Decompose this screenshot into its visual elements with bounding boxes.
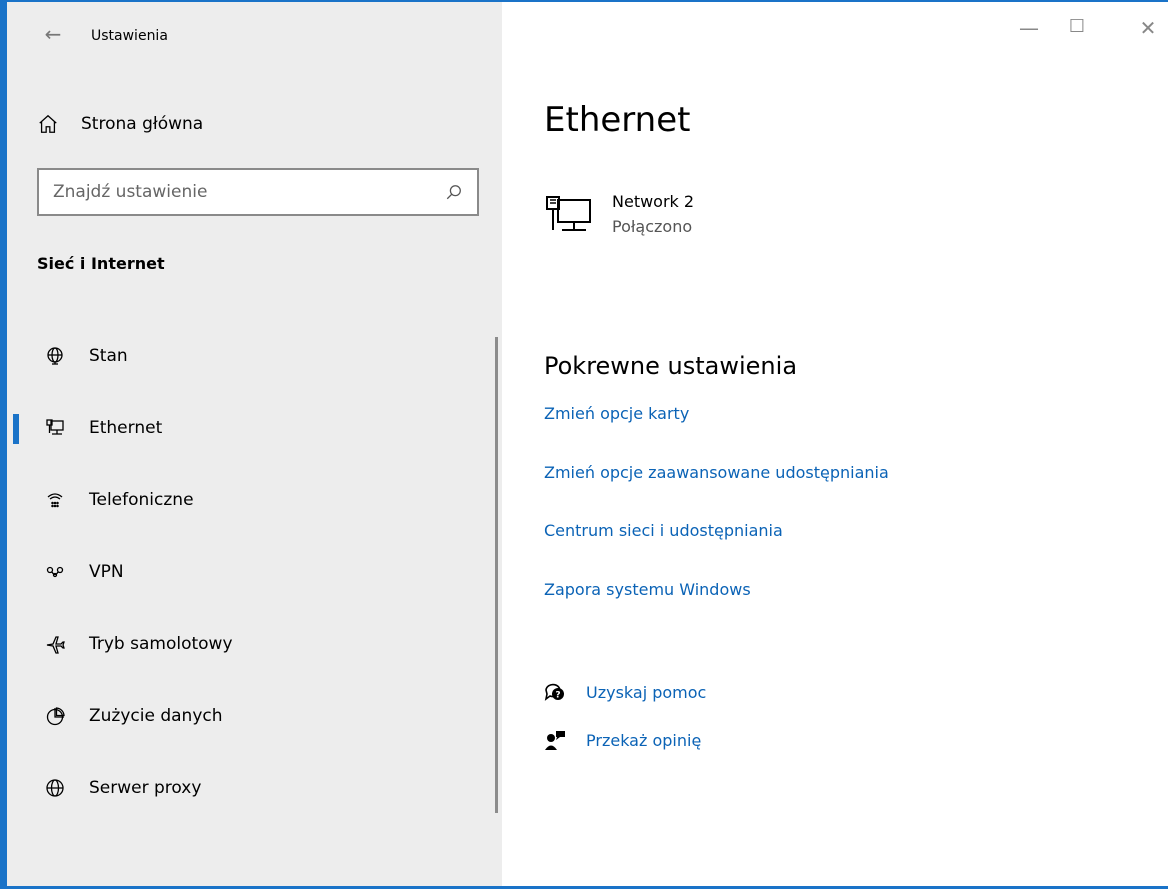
minimize-icon[interactable]: — — [1009, 16, 1049, 40]
section-title: Sieć i Internet — [37, 254, 165, 273]
related-settings-title: Pokrewne ustawienia — [544, 352, 798, 380]
sidebar-item-serwer-proxy[interactable]: Serwer proxy — [7, 752, 497, 824]
sidebar-item-label: Tryb samolotowy — [89, 634, 233, 654]
sidebar-item-label: Telefoniczne — [89, 490, 194, 510]
ethernet-network-icon — [546, 196, 591, 231]
help-chat-icon: ? — [544, 683, 564, 701]
advanced-sharing-link[interactable]: Zmień opcje zaawansowane udostępniania — [544, 463, 889, 482]
dialup-icon — [43, 488, 67, 512]
sidebar-scrollbar[interactable] — [495, 337, 498, 813]
feedback-link[interactable]: Przekaż opinię — [544, 729, 701, 751]
home-icon — [39, 114, 57, 133]
feedback-label: Przekaż opinię — [586, 730, 702, 750]
airplane-icon — [43, 632, 67, 656]
sidebar-item-stan[interactable]: Stan — [7, 320, 497, 392]
vpn-icon — [43, 560, 67, 584]
network-name: Network 2 — [612, 192, 695, 211]
data-usage-icon — [43, 704, 67, 728]
network-entry[interactable]: Network 2 Połączono — [544, 192, 694, 240]
maximize-icon[interactable]: ☐ — [1057, 16, 1097, 37]
sidebar-item-telefoniczne[interactable]: Telefoniczne — [7, 464, 497, 536]
sidebar-item-label: VPN — [89, 562, 124, 582]
globe-status-icon — [43, 344, 67, 368]
search-box[interactable] — [37, 168, 479, 216]
network-sharing-center-link[interactable]: Centrum sieci i udostępniania — [544, 521, 783, 540]
globe-icon — [43, 776, 67, 800]
search-input[interactable] — [53, 182, 445, 202]
close-icon[interactable]: ✕ — [1128, 16, 1168, 40]
sidebar-item-zuzycie-danych[interactable]: Zużycie danych — [7, 680, 497, 752]
back-arrow-icon[interactable]: ← — [37, 18, 69, 50]
windows-firewall-link[interactable]: Zapora systemu Windows — [544, 580, 751, 599]
sidebar-item-label: Stan — [89, 346, 128, 366]
ethernet-icon — [43, 416, 67, 440]
get-help-link[interactable]: ? Uzyskaj pomoc — [544, 681, 706, 703]
sidebar-item-label: Serwer proxy — [89, 778, 202, 798]
sidebar-item-label: Zużycie danych — [89, 706, 223, 726]
sidebar: ← Ustawienia Strona główna Sieć i Intern… — [7, 2, 502, 886]
sidebar-item-tryb-samolotowy[interactable]: Tryb samolotowy — [7, 608, 497, 680]
change-adapter-options-link[interactable]: Zmień opcje karty — [544, 404, 689, 423]
network-status: Połączono — [612, 217, 693, 236]
feedback-icon — [545, 731, 565, 750]
sidebar-item-vpn[interactable]: VPN — [7, 536, 497, 608]
main-content: — ☐ ✕ Ethernet Network 2 Połączono Pokre… — [502, 2, 1168, 886]
get-help-label: Uzyskaj pomoc — [586, 682, 707, 702]
settings-window: ← Ustawienia Strona główna Sieć i Intern… — [0, 0, 1168, 889]
sidebar-item-label: Ethernet — [89, 418, 163, 438]
home-link[interactable]: Strona główna — [37, 106, 203, 142]
search-icon[interactable] — [445, 183, 463, 201]
svg-text:?: ? — [555, 691, 560, 701]
app-title: Ustawienia — [91, 28, 168, 44]
sidebar-item-ethernet[interactable]: Ethernet — [7, 392, 497, 464]
page-title: Ethernet — [544, 100, 691, 140]
home-label: Strona główna — [81, 114, 204, 134]
nav-list: Stan Ethernet Telefoniczne VPN Tryb samo… — [7, 320, 497, 824]
